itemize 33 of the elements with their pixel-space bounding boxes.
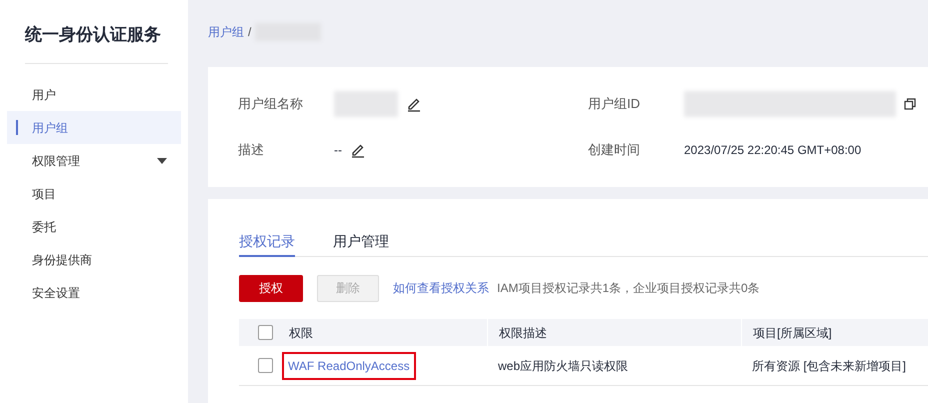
sidebar-item[interactable]: 项目 <box>7 177 181 210</box>
sidebar-item[interactable]: 安全设置 <box>7 276 181 309</box>
sidebar-item[interactable]: 用户 <box>7 78 181 111</box>
edit-icon[interactable] <box>350 142 366 158</box>
tab[interactable]: 授权记录 <box>239 227 295 257</box>
sidebar-title: 统一身份认证服务 <box>25 25 161 44</box>
sidebar-item[interactable]: 委托 <box>7 210 181 243</box>
help-link[interactable]: 如何查看授权关系 <box>393 279 489 297</box>
tab[interactable]: 用户管理 <box>333 227 389 257</box>
field-label: 用户组名称 <box>238 95 304 114</box>
dropdown-caret-icon[interactable] <box>157 158 167 164</box>
edit-icon[interactable] <box>406 96 422 112</box>
table-cell: 所有资源 [包含未来新增项目] <box>752 358 906 372</box>
summary-text: IAM项目授权记录共1条，企业项目授权记录共0条 <box>497 280 760 297</box>
field-label: 用户组ID <box>588 95 641 114</box>
column-header: 权限 <box>289 324 313 342</box>
sidebar-item[interactable]: 权限管理 <box>7 144 181 177</box>
select-all-checkbox[interactable] <box>258 325 273 340</box>
column-header: 权限描述 <box>499 324 547 342</box>
grant-button[interactable]: 授权 <box>239 274 303 302</box>
field-value: 2023/07/25 22:20:45 GMT+08:00 <box>684 142 862 159</box>
permission-link[interactable]: WAF ReadOnlyAccess <box>282 352 416 380</box>
column-header: 项目[所属区域] <box>753 324 832 342</box>
field-label: 创建时间 <box>588 141 641 160</box>
row-checkbox[interactable] <box>258 358 273 373</box>
table-cell: web应用防火墙只读权限 <box>498 358 628 372</box>
breadcrumb-separator: / <box>248 24 252 40</box>
field-label: 描述 <box>238 141 265 160</box>
sidebar-item[interactable]: 用户组 <box>7 111 181 144</box>
sidebar-item[interactable]: 身份提供商 <box>7 243 181 276</box>
copy-icon[interactable] <box>904 98 916 110</box>
field-value: -- <box>334 142 342 159</box>
breadcrumb-link[interactable]: 用户组 <box>208 22 244 40</box>
